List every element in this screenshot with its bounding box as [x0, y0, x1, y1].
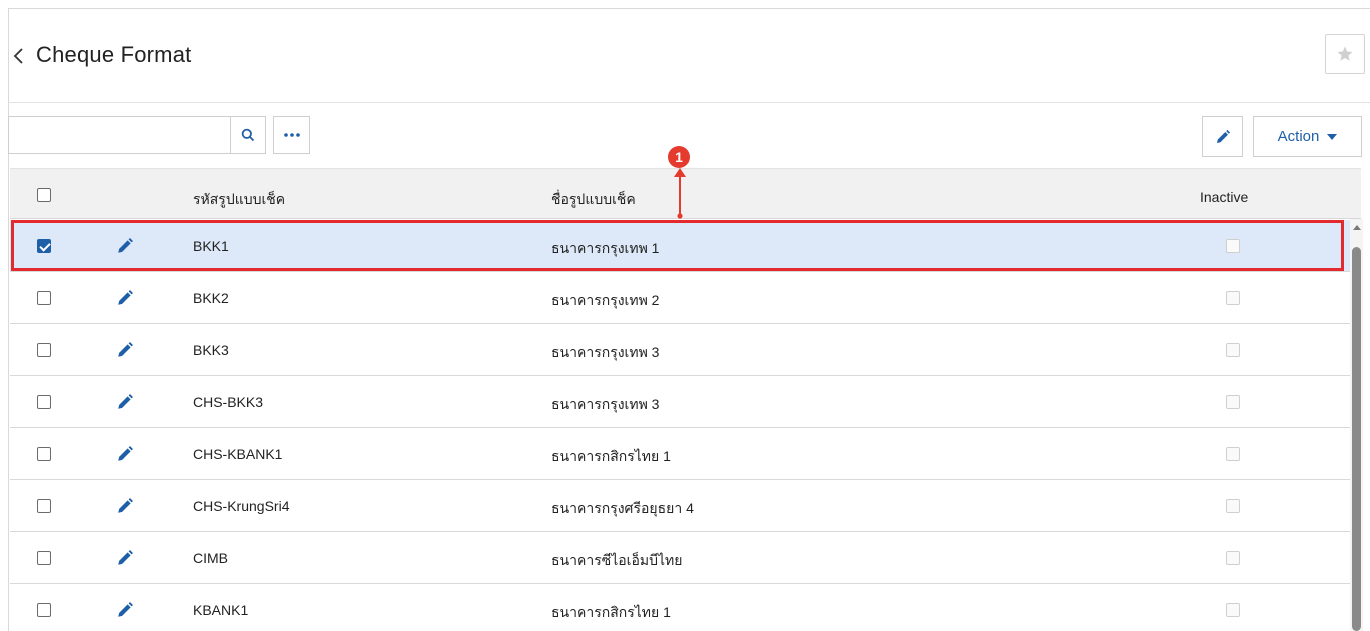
table-row[interactable]: BKK1 ธนาคารกรุงเทพ 1 — [10, 220, 1350, 272]
select-all-checkbox[interactable] — [37, 188, 51, 202]
edit-button[interactable] — [1202, 116, 1243, 157]
pencil-icon[interactable] — [116, 341, 134, 359]
cell-name: ธนาคารกรุงเทพ 3 — [551, 344, 660, 360]
page-header: Cheque Format — [8, 8, 1370, 103]
pencil-icon[interactable] — [116, 549, 134, 567]
table-row[interactable]: BKK3 ธนาคารกรุงเทพ 3 — [10, 324, 1350, 376]
cell-code: CHS-BKK3 — [193, 394, 264, 410]
cell-name: ธนาคารกรุงเทพ 2 — [551, 292, 660, 308]
row-checkbox[interactable] — [37, 395, 51, 409]
pencil-icon — [1216, 129, 1230, 143]
caret-down-icon — [1327, 133, 1338, 140]
annotation-marker: 1 — [668, 146, 690, 168]
page-title: Cheque Format — [36, 42, 192, 67]
inactive-checkbox[interactable] — [1226, 551, 1240, 565]
action-dropdown-button[interactable]: Action — [1253, 116, 1362, 157]
more-icon — [283, 133, 300, 137]
inactive-checkbox[interactable] — [1226, 239, 1240, 253]
more-options-button[interactable] — [273, 116, 310, 154]
column-header-inactive[interactable]: Inactive — [1200, 189, 1248, 205]
row-checkbox[interactable] — [37, 239, 51, 253]
pencil-icon[interactable] — [116, 289, 134, 307]
table-row[interactable]: CHS-KrungSri4 ธนาคารกรุงศรีอยุธยา 4 — [10, 480, 1350, 532]
search-button[interactable] — [230, 116, 266, 154]
table-row[interactable]: BKK2 ธนาคารกรุงเทพ 2 — [10, 272, 1350, 324]
table-row[interactable]: CHS-BKK3 ธนาคารกรุงเทพ 3 — [10, 376, 1350, 428]
cell-code: CHS-KrungSri4 — [193, 498, 290, 514]
pencil-icon[interactable] — [116, 445, 134, 463]
table-row[interactable]: KBANK1 ธนาคารกสิกรไทย 1 — [10, 584, 1350, 631]
row-checkbox[interactable] — [37, 603, 51, 617]
cell-name: ธนาคารกรุงศรีอยุธยา 4 — [551, 500, 694, 516]
cell-code: BKK3 — [193, 342, 229, 358]
inactive-checkbox[interactable] — [1226, 343, 1240, 357]
row-checkbox[interactable] — [37, 343, 51, 357]
cell-name: ธนาคารกรุงเทพ 3 — [551, 396, 660, 412]
scroll-up-arrow-icon[interactable] — [1353, 225, 1361, 230]
inactive-checkbox[interactable] — [1226, 395, 1240, 409]
pencil-icon[interactable] — [116, 393, 134, 411]
pencil-icon[interactable] — [116, 601, 134, 619]
row-checkbox[interactable] — [37, 447, 51, 461]
row-checkbox[interactable] — [37, 551, 51, 565]
pencil-icon[interactable] — [116, 497, 134, 515]
pencil-icon[interactable] — [116, 237, 134, 255]
row-checkbox[interactable] — [37, 499, 51, 513]
table-row[interactable]: CHS-KBANK1 ธนาคารกสิกรไทย 1 — [10, 428, 1350, 480]
cell-code: CHS-KBANK1 — [193, 446, 283, 462]
star-icon — [1337, 46, 1353, 61]
inactive-checkbox[interactable] — [1226, 603, 1240, 617]
cell-name: ธนาคารกสิกรไทย 1 — [551, 604, 671, 620]
table-scrollbar[interactable] — [1350, 219, 1363, 631]
cell-code: BKK2 — [193, 290, 229, 306]
action-label: Action — [1277, 128, 1320, 145]
search-icon — [241, 128, 255, 142]
inactive-checkbox[interactable] — [1226, 291, 1240, 305]
column-header-name[interactable]: ชื่อรูปแบบเช็ค — [551, 189, 636, 211]
inactive-checkbox[interactable] — [1226, 447, 1240, 461]
scroll-thumb[interactable] — [1352, 247, 1361, 631]
cell-name: ธนาคารกสิกรไทย 1 — [551, 448, 671, 464]
table-row[interactable]: CIMB ธนาคารซีไอเอ็มบีไทย — [10, 532, 1350, 584]
cell-code: KBANK1 — [193, 602, 249, 618]
row-checkbox[interactable] — [37, 291, 51, 305]
cell-code: CIMB — [193, 550, 228, 566]
cell-name: ธนาคารกรุงเทพ 1 — [551, 240, 660, 256]
favorite-button[interactable] — [1325, 34, 1365, 74]
cell-code: BKK1 — [193, 238, 229, 254]
column-header-code[interactable]: รหัสรูปแบบเช็ค — [193, 189, 285, 211]
cell-name: ธนาคารซีไอเอ็มบีไทย — [551, 552, 683, 568]
back-chevron-icon[interactable] — [10, 45, 28, 67]
search-input[interactable] — [8, 116, 230, 154]
inactive-checkbox[interactable] — [1226, 499, 1240, 513]
annotation-arrow-icon — [674, 168, 686, 219]
